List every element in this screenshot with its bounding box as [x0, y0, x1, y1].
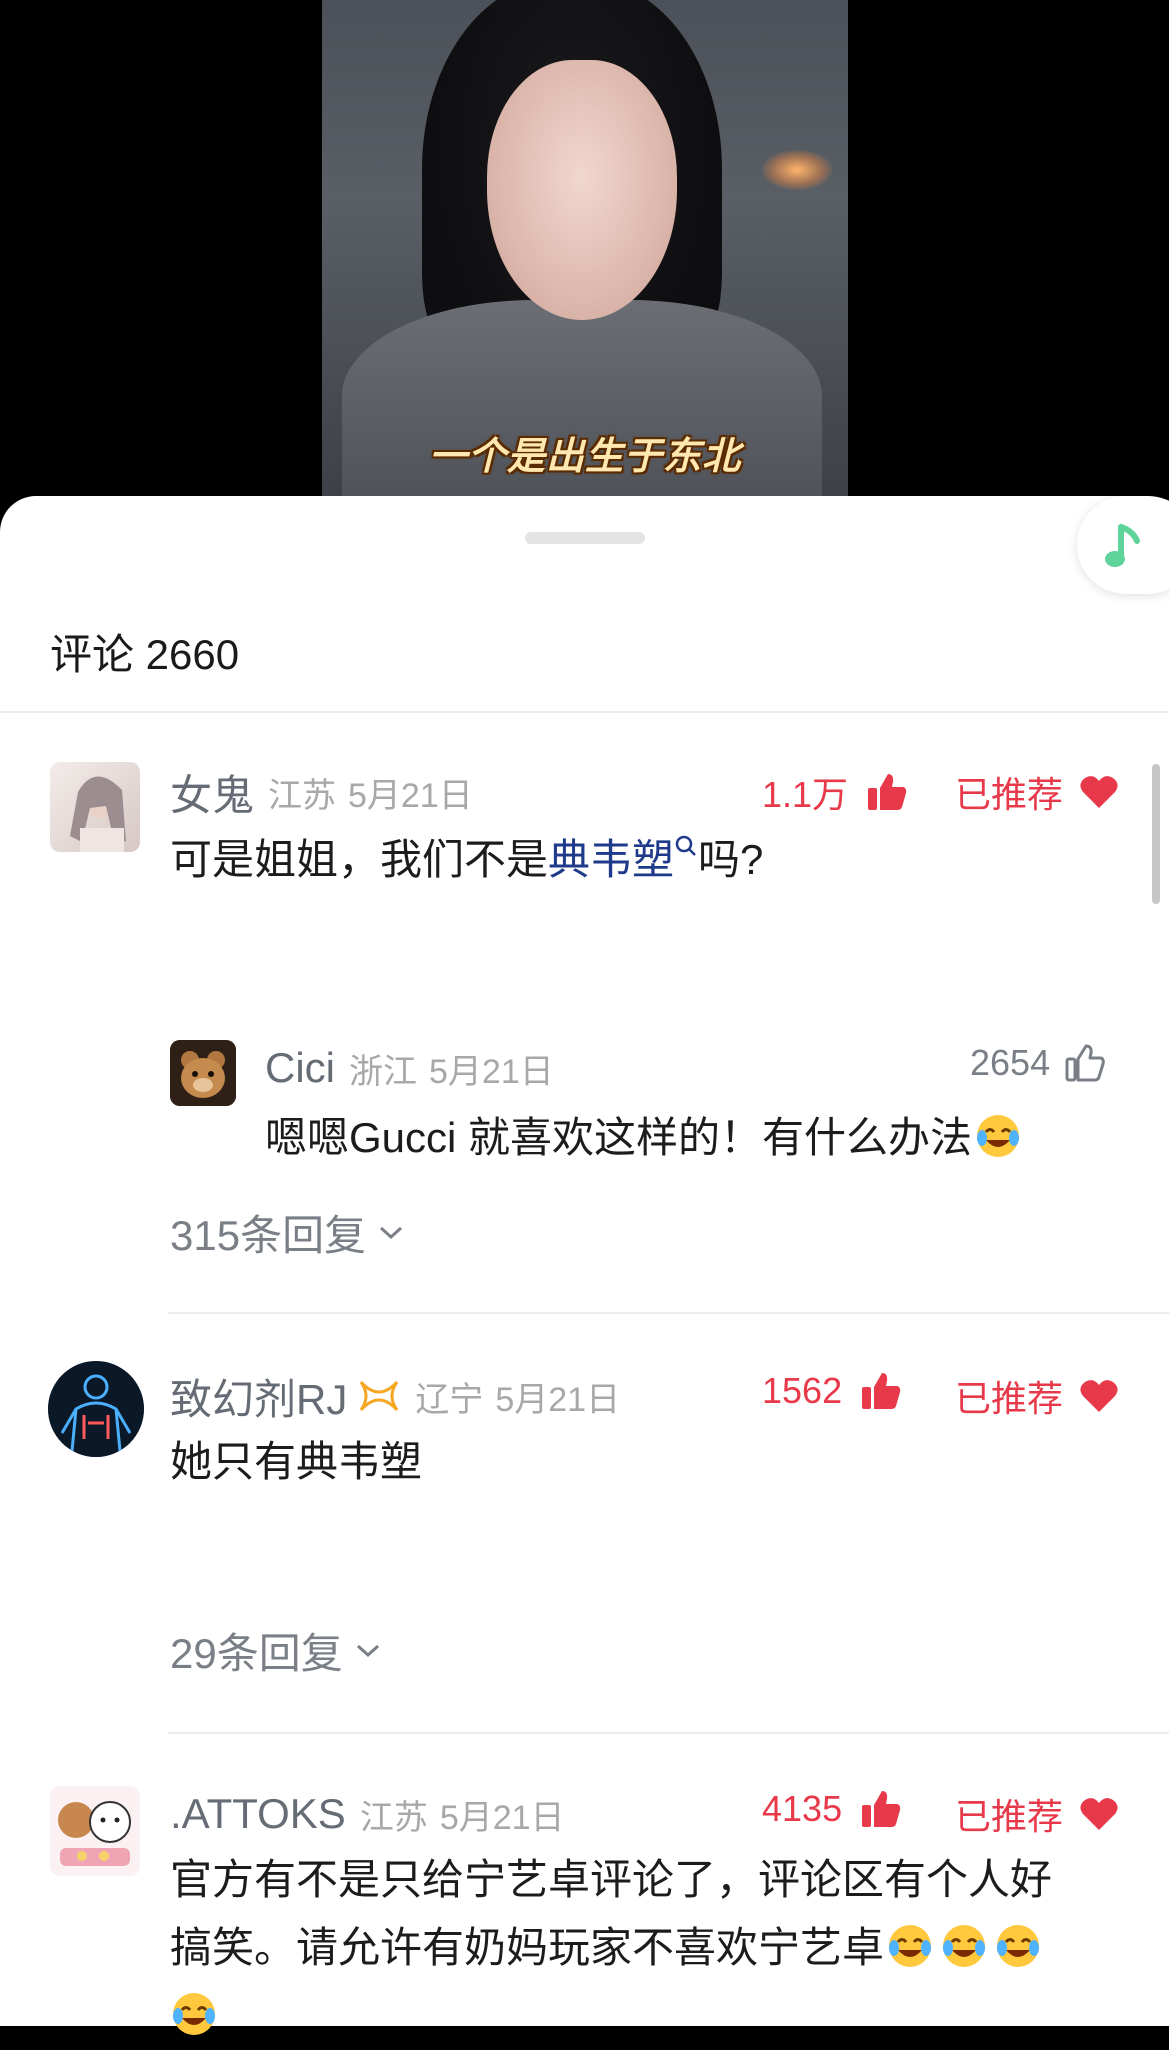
comments-sheet: 评论 2660 女鬼 江苏 5月21日 1.1万 已推荐 可是姐姐，我们不是典韦… — [0, 496, 1169, 2035]
expand-replies-button[interactable]: 29条回复 — [170, 1620, 383, 1681]
comment-header: 女鬼 江苏 5月21日 — [170, 764, 473, 820]
thumbs-up-outline-icon — [1065, 1044, 1105, 1082]
avatar[interactable] — [50, 1786, 140, 1876]
reply-text[interactable]: 嗯嗯Gucci 就喜欢这样的！有什么办法 — [265, 1104, 1022, 1172]
location: 辽宁 — [415, 1380, 484, 1419]
like-button[interactable]: 4135 — [762, 1788, 902, 1830]
username[interactable]: .ATTOKS — [170, 1790, 346, 1838]
chevron-down-icon — [380, 1226, 403, 1239]
avatar-image — [48, 1361, 144, 1457]
video-player[interactable]: 一个是出生于东北 — [0, 0, 1169, 500]
date: 5月21日 — [429, 1052, 554, 1091]
laugh-cry-emoji-icon — [997, 1925, 1040, 1967]
expand-replies-button[interactable]: 315条回复 — [170, 1202, 406, 1263]
date: 5月21日 — [495, 1380, 621, 1419]
avatar-image — [70, 776, 126, 852]
video-background-light — [762, 150, 832, 190]
recommend-label: 已推荐 — [955, 1378, 1064, 1419]
laugh-cry-emoji-icon — [977, 1115, 1020, 1157]
heart-icon — [1080, 1380, 1118, 1412]
laugh-cry-emoji-icon — [943, 1925, 986, 1967]
heart-icon — [1080, 1798, 1118, 1830]
like-button[interactable]: 2654 — [970, 1042, 1106, 1084]
like-count: 1.1万 — [762, 774, 849, 815]
location: 江苏 — [268, 776, 337, 815]
recommend-label: 已推荐 — [955, 1796, 1064, 1837]
avatar[interactable] — [48, 1361, 144, 1457]
username[interactable]: 女鬼 — [170, 762, 254, 823]
like-count: 4135 — [762, 1788, 843, 1829]
divider — [168, 1732, 1169, 1734]
video-frame[interactable]: 一个是出生于东北 — [322, 0, 848, 500]
reply-header: Cici 浙江 5月21日 — [265, 1040, 554, 1096]
laugh-cry-emoji-icon — [889, 1925, 932, 1967]
heart-icon — [1080, 776, 1118, 808]
location: 浙江 — [349, 1052, 417, 1091]
chevron-down-icon — [356, 1644, 379, 1657]
recommend-button[interactable]: 已推荐 — [955, 766, 1119, 818]
comment-text[interactable]: 她只有典韦塑 — [170, 1428, 422, 1496]
thumbs-up-filled-icon — [862, 1791, 901, 1827]
video-subject-face — [487, 60, 677, 320]
laugh-cry-emoji-icon — [173, 1993, 215, 2035]
comments-title: 评论 2660 — [50, 631, 240, 678]
video-subtitle: 一个是出生于东北 — [428, 436, 741, 478]
username[interactable]: Cici — [265, 1044, 335, 1092]
comment-text[interactable]: 可是姐姐，我们不是典韦塑 吗? — [170, 826, 763, 894]
recommend-label: 已推荐 — [955, 774, 1064, 815]
date: 5月21日 — [348, 776, 473, 815]
scrollbar[interactable] — [1152, 764, 1160, 904]
avatar[interactable] — [50, 762, 140, 852]
comment-text[interactable]: 官方有不是只给宁艺卓评论了，评论区有个人好 搞笑。请允许有奶妈玩家不喜欢宁艺卓 — [170, 1846, 1130, 2050]
avatar-image — [50, 1786, 140, 1876]
avatar[interactable] — [170, 1040, 236, 1106]
recommend-button[interactable]: 已推荐 — [955, 1370, 1119, 1422]
username[interactable]: 致幻剂RJ — [170, 1366, 347, 1427]
search-small-icon — [675, 835, 696, 856]
like-count: 2654 — [970, 1042, 1051, 1083]
thumbs-up-filled-icon — [868, 774, 907, 810]
badge-icon — [360, 1380, 399, 1412]
thumbs-up-filled-icon — [862, 1373, 901, 1409]
like-count: 1562 — [762, 1370, 843, 1411]
divider — [0, 711, 1169, 713]
like-button[interactable]: 1562 — [762, 1370, 902, 1412]
divider — [168, 1312, 1169, 1314]
date: 5月21日 — [439, 1798, 565, 1837]
avatar-image — [170, 1040, 236, 1106]
search-keyword-link[interactable]: 典韦塑 — [548, 836, 674, 883]
location: 江苏 — [359, 1798, 428, 1837]
comment-header: .ATTOKS 江苏 5月21日 — [170, 1786, 565, 1842]
music-note-icon — [1105, 524, 1140, 567]
sheet-drag-handle[interactable] — [525, 532, 645, 544]
music-button[interactable] — [1077, 496, 1169, 594]
recommend-button[interactable]: 已推荐 — [955, 1788, 1119, 1840]
like-button[interactable]: 1.1万 — [762, 766, 908, 818]
comment-header: 致幻剂RJ 辽宁 5月21日 — [170, 1368, 620, 1424]
